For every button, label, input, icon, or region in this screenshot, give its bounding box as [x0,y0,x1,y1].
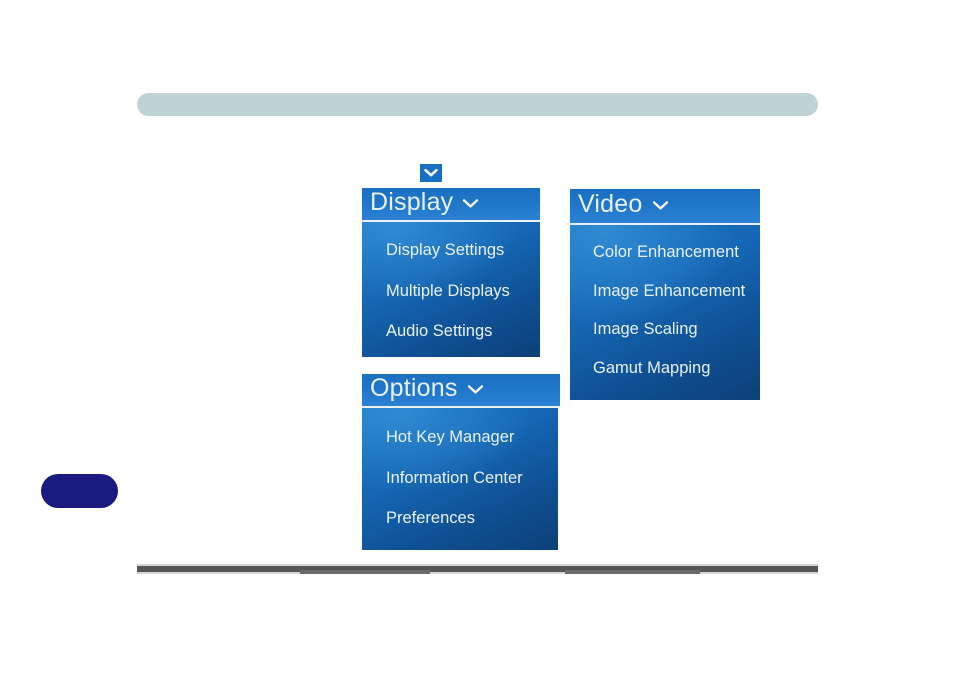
chevron-down-icon [424,168,438,178]
chevron-down-icon [462,198,479,211]
menu-header-video[interactable]: Video [570,189,760,225]
footer-rule-segment [565,570,700,574]
page-root: ⋮ ⋮ ⋮ ⋮ Display Display Settings Multipl… [0,0,954,673]
menu-body-options: Hot Key Manager Information Center Prefe… [362,408,558,550]
menu-body-video: Color Enhancement Image Enhancement Imag… [570,225,760,400]
menu-item-display-settings[interactable]: Display Settings [362,230,540,271]
menu-title-options: Options [370,374,458,402]
chevron-down-icon [652,200,669,213]
menu-header-display[interactable]: Display [362,188,540,222]
menu-item-hot-key-manager[interactable]: Hot Key Manager [362,417,558,458]
top-banner [137,93,818,116]
menu-item-information-center[interactable]: Information Center [362,458,558,499]
menu-item-color-enhancement[interactable]: Color Enhancement [570,233,760,272]
menu-item-audio-settings[interactable]: Audio Settings [362,311,540,352]
menu-item-gamut-mapping[interactable]: Gamut Mapping [570,349,760,388]
menu-header-options[interactable]: Options [362,374,560,408]
corner-tab [41,474,118,508]
footer-rule-segment [300,570,430,574]
menu-item-image-scaling[interactable]: Image Scaling [570,310,760,349]
menu-toggle-button[interactable] [420,164,442,182]
menu-title-video: Video [578,190,643,218]
menu-item-multiple-displays[interactable]: Multiple Displays [362,271,540,312]
footer-rule [137,566,818,572]
menu-item-image-enhancement[interactable]: Image Enhancement [570,272,760,311]
menu-item-preferences[interactable]: Preferences [362,498,558,539]
chevron-down-icon [467,384,484,397]
menu-panel-video: Video Color Enhancement Image Enhancemen… [570,189,760,400]
menu-title-display: Display [370,188,454,216]
menu-body-display: Display Settings Multiple Displays Audio… [362,222,540,357]
menu-panel-options: Options Hot Key Manager Information Cent… [362,374,560,550]
menu-panel-display: Display Display Settings Multiple Displa… [362,188,540,357]
